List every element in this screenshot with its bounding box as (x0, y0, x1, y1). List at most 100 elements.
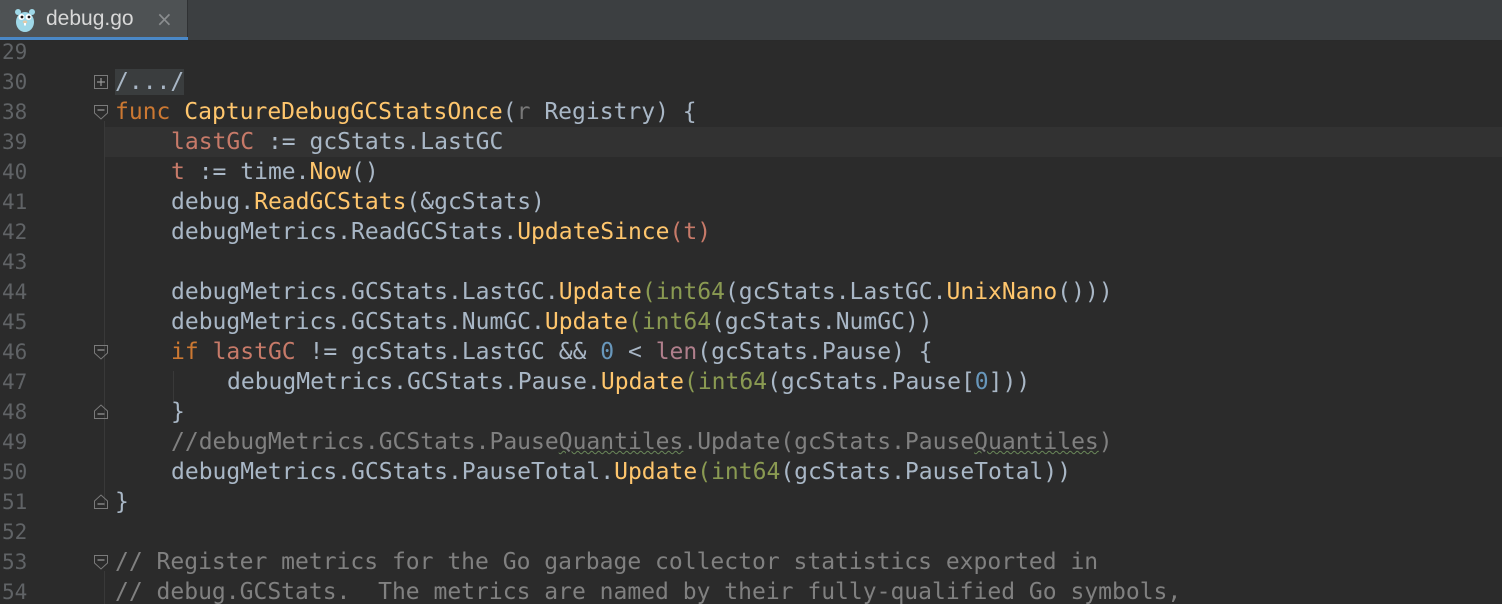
line-number: 44 (2, 280, 28, 304)
code-text[interactable]: debugMetrics.ReadGCStats.UpdateSince(t) (171, 217, 711, 247)
gopher-icon (15, 9, 35, 32)
code-token: (&gcStats) (406, 189, 545, 215)
type-name: int64 (697, 369, 768, 395)
code-text[interactable]: debug.ReadGCStats(&gcStats) (171, 187, 545, 217)
line-number: 54 (2, 580, 28, 604)
function-name: Update (544, 309, 628, 335)
type-name: int64 (711, 459, 781, 485)
number-literal: 0 (974, 369, 989, 395)
line-number: 41 (2, 190, 28, 214)
editor-tab-bar: debug.go × (0, 0, 1502, 41)
code-text[interactable]: // Register metrics for the Go garbage c… (115, 547, 1098, 577)
code-token: debug. (171, 189, 255, 215)
code-line: 47 debugMetrics.GCStats.Pause.Update(int… (0, 367, 1502, 397)
code-token: } (115, 489, 129, 515)
local-variable: lastGC (171, 129, 255, 155)
code-token: debugMetrics.GCStats.NumGC. (171, 309, 545, 335)
line-number: 47 (2, 370, 28, 394)
code-line: 43 (0, 247, 1502, 277)
function-name: Update (600, 369, 684, 395)
code-text[interactable]: func CaptureDebugGCStatsOnce(r Registry)… (115, 97, 697, 127)
close-icon[interactable]: × (156, 7, 173, 31)
function-name: Update (614, 459, 698, 485)
code-token: ( (683, 369, 698, 395)
code-line: 29 (0, 37, 1502, 67)
function-name: Update (558, 279, 642, 305)
line-number: 29 (2, 40, 28, 64)
code-line: 53 // Register metrics for the Go garbag… (0, 547, 1502, 577)
code-text[interactable]: debugMetrics.GCStats.NumGC.Update(int64(… (171, 307, 933, 337)
code-text[interactable]: t := time.Now() (171, 157, 379, 187)
line-number: 46 (2, 340, 28, 364)
code-token: (gcStats.Pause[ (767, 369, 975, 395)
function-name: CaptureDebugGCStatsOnce (184, 99, 503, 125)
code-line: 46 if lastGC != gcStats.LastGC && 0 < le… (0, 337, 1502, 367)
code-token: (gcStats.NumGC)) (711, 309, 933, 335)
code-token: debugMetrics.GCStats.LastGC. (171, 279, 559, 305)
code-token: ( (627, 309, 642, 335)
code-text[interactable]: // debug.GCStats. The metrics are named … (115, 577, 1181, 604)
number-literal: 0 (600, 339, 615, 365)
code-token: () (351, 159, 379, 185)
code-token: ( (641, 279, 656, 305)
local-variable: t (683, 219, 698, 245)
tab-debug-go[interactable]: debug.go × (0, 0, 188, 40)
function-name: UnixNano (946, 279, 1058, 305)
code-text[interactable]: //debugMetrics.GCStats.Pause Quantiles.Up… (171, 427, 1113, 457)
code-token: := time. (184, 159, 310, 185)
line-number: 40 (2, 160, 28, 184)
code-line: 38 func CaptureDebugGCStatsOnce(r Regist… (0, 97, 1502, 127)
code-text[interactable]: debugMetrics.GCStats.LastGC.Update(int64… (171, 277, 1113, 307)
code-editor[interactable]: 29 30 /.../ 38 func CaptureDebugGCStatsO… (0, 40, 1502, 604)
function-name: ReadGCStats (254, 189, 407, 215)
line-number: 42 (2, 220, 28, 244)
builtin-function: len (655, 339, 698, 365)
function-name: Now (309, 159, 352, 185)
code-text[interactable]: debugMetrics.GCStats.PauseTotal.Update(i… (171, 457, 1071, 487)
code-text[interactable]: } (171, 397, 185, 427)
code-token: ( (697, 459, 712, 485)
code-token: debugMetrics.ReadGCStats. (171, 219, 518, 245)
code-token: } (171, 399, 185, 425)
line-number: 52 (2, 520, 28, 544)
line-number: 49 (2, 430, 28, 454)
code-line: 54 // debug.GCStats. The metrics are nam… (0, 577, 1502, 604)
code-token: (gcStats.Pause) { (697, 339, 933, 365)
code-text[interactable]: /.../ (115, 67, 185, 97)
folded-region[interactable]: /.../ (115, 69, 185, 95)
type-name: int64 (655, 279, 725, 305)
comment: // Register metrics for the Go garbage c… (115, 549, 1099, 575)
code-token: := gcStats.LastGC (254, 129, 504, 155)
code-token: debugMetrics.GCStats.Pause. (227, 369, 601, 395)
code-line: 48 } (0, 397, 1502, 427)
code-token: ])) (988, 369, 1031, 395)
line-number: 53 (2, 550, 28, 574)
code-token: < (614, 339, 656, 365)
code-token: ) (697, 219, 712, 245)
code-text[interactable]: if lastGC != gcStats.LastGC && 0 < len(g… (171, 337, 933, 367)
code-line: 45 debugMetrics.GCStats.NumGC.Update(int… (0, 307, 1502, 337)
code-token: ( (502, 99, 517, 125)
comment: .Update(gcStats.Pause (683, 429, 975, 455)
code-token: debugMetrics.GCStats.PauseTotal. (171, 459, 615, 485)
typo-highlight: Quantiles (974, 429, 1099, 455)
code-line: 49 //debugMetrics.GCStats.Pause Quantiles… (0, 427, 1502, 457)
code-line: 50 debugMetrics.GCStats.PauseTotal.Updat… (0, 457, 1502, 487)
parameter: r (516, 99, 531, 125)
line-number: 48 (2, 400, 28, 424)
code-text[interactable]: debugMetrics.GCStats.Pause.Update(int64(… (227, 367, 1030, 397)
code-text[interactable]: lastGC := gcStats.LastGC (171, 127, 503, 157)
code-line: 30 /.../ (0, 67, 1502, 97)
tab-filename: debug.go (46, 7, 134, 30)
code-line: 39 lastGC := gcStats.LastGC (0, 127, 1502, 157)
line-number: 45 (2, 310, 28, 334)
local-variable: lastGC (212, 339, 296, 365)
code-text[interactable]: } (115, 487, 129, 517)
comment: // debug.GCStats. The metrics are named … (115, 579, 1182, 604)
comment: //debugMetrics.GCStats.Pause (171, 429, 559, 455)
code-token: Registry) { (530, 99, 697, 125)
code-line: 51 } (0, 487, 1502, 517)
code-token: ( (669, 219, 684, 245)
line-number: 38 (2, 100, 28, 124)
code-line: 52 (0, 517, 1502, 547)
